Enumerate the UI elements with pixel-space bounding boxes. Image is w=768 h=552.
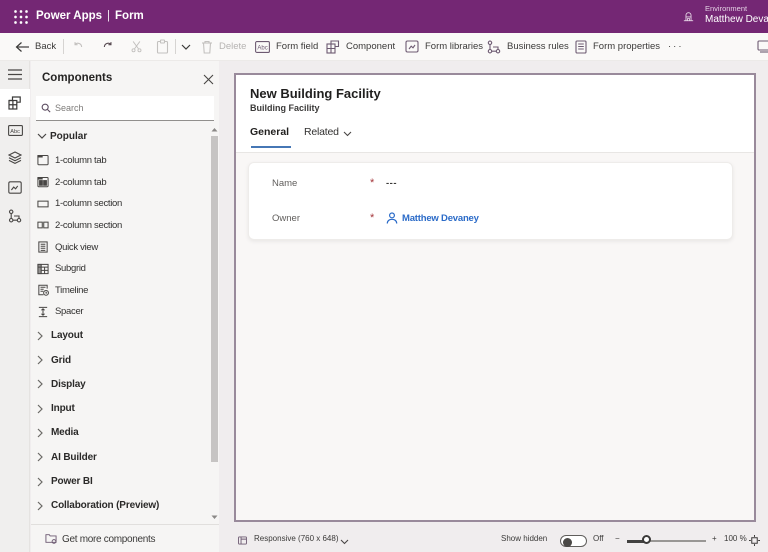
svg-text:Abc: Abc (257, 45, 267, 51)
svg-text:Abc: Abc (10, 129, 20, 135)
